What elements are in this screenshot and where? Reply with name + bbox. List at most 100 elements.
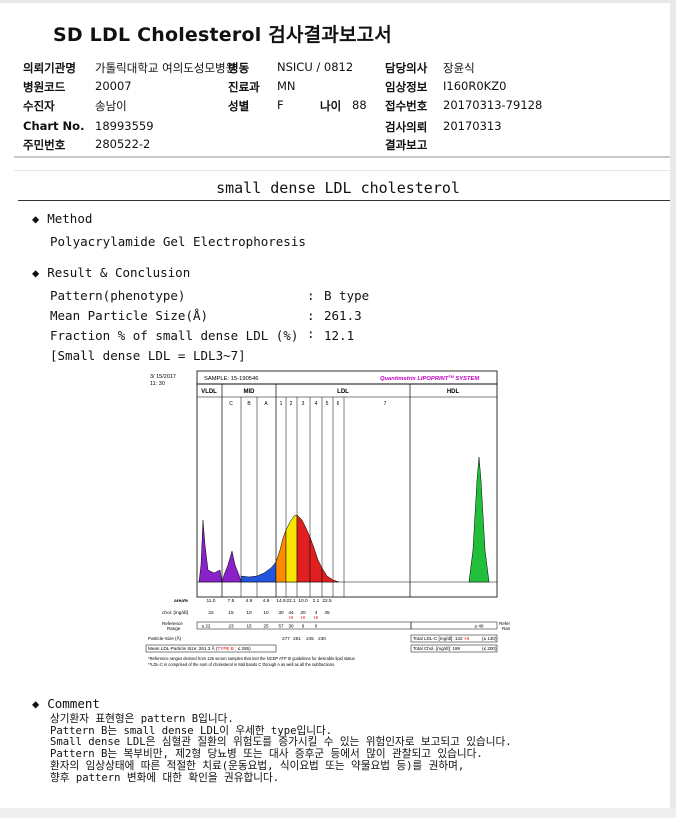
particle-size-value: 230 [318, 636, 326, 641]
particle-size-value: 277 [282, 636, 290, 641]
ward: NSICU / 0812 [277, 60, 354, 74]
request-date: 20170313 [443, 119, 502, 133]
size-label: Mean Particle Size(Å) [50, 308, 209, 323]
size-value: 261.3 [324, 308, 362, 323]
chol-value: 15 [228, 610, 234, 616]
sex-label: 성별 [228, 99, 250, 113]
ldl-band-label: 2 [290, 401, 293, 407]
ward-label: 병동 [228, 61, 250, 75]
ldl-band-label: 5 [326, 401, 329, 407]
mean-size-label: Mean LDL-Particle Size: 261.3 Å ( [148, 645, 218, 651]
patient-name: 송남이 [95, 99, 127, 113]
clinical-info-label: 임상정보 [385, 80, 428, 94]
footnote-1: *Reference ranges derived from 125 serum… [148, 656, 355, 661]
hi-flag: HI [301, 615, 305, 620]
total-ldl-label: Total LDL-C [mg/dl]: 132 [413, 636, 463, 641]
comment-heading: ◆ Comment [32, 696, 100, 711]
lipoprint-chart: 3/ 15/2017 11: 30 SAMPLE: 15-190546 Quan… [144, 370, 520, 672]
section-rule [18, 200, 670, 201]
doctor-label: 담당의사 [385, 61, 428, 75]
chol-value: 10 [263, 610, 269, 616]
reference-value: 15 [246, 624, 252, 629]
mid-band-label: C [229, 401, 233, 407]
department-label: 진료과 [228, 80, 260, 94]
report-date-label: 결과보고 [385, 138, 428, 152]
fraction-value: 12.1 [324, 328, 355, 343]
mean-size-suffix: ; ≤ 265) [234, 646, 251, 651]
band-group-label: MID [244, 389, 256, 395]
chart-sample: SAMPLE: 15-190546 [204, 376, 258, 382]
area-value: 10.0 [298, 598, 308, 604]
ldl-band-label: 4 [315, 401, 318, 407]
footnote-2: **LDL-C is comprised of the sum of chole… [148, 662, 334, 667]
ldl-band-label: 1 [280, 401, 283, 407]
pattern-value: B type [324, 288, 370, 303]
total-chol-ref: (≤ 200) [482, 646, 497, 651]
chol-value: 45 [324, 610, 330, 616]
pattern-label: Pattern(phenotype) [50, 288, 186, 303]
footer-strip [0, 808, 676, 818]
hospital-code: 20007 [95, 79, 132, 93]
id-number: 280522-2 [95, 137, 151, 151]
header-divider [14, 156, 670, 158]
comment-line: 향후 pattern 변화에 대한 확인을 권유합니다. [50, 771, 280, 784]
diamond-bullet-icon: ◆ [32, 266, 40, 280]
reference-value: 25 [263, 624, 269, 629]
total-chol-text: Total Chol. [mg/dl]: 199 [413, 646, 460, 651]
hi-flag: HI [289, 615, 293, 620]
right-scroll-strip [670, 0, 676, 818]
chart-brand-suffix: SYSTEM [454, 376, 480, 382]
area-value: 4.9 [263, 598, 270, 604]
reference-value: ≤ 22 [202, 624, 211, 629]
particle-size-value: 261 [293, 636, 301, 641]
fraction-label: Fraction % of small dense LDL (%) [50, 328, 299, 343]
result-heading-text: Result & Conclusion [47, 265, 191, 280]
band-group-label: HDL [447, 389, 460, 395]
requesting-institution-label: 의뢰기관명 [23, 61, 76, 75]
result-heading: ◆ Result & Conclusion [32, 265, 190, 280]
method-text: Polyacrylamide Gel Electrophoresis [50, 234, 306, 249]
report-title: SD LDL Cholesterol 검사결과보고서 [53, 24, 392, 46]
chart-date: 3/ 15/2017 [150, 374, 176, 380]
hospital-code-label: 병원코드 [23, 80, 66, 94]
chart-number: 18993559 [95, 119, 154, 133]
chol-value: 22 [208, 610, 214, 616]
reception-number: 20170313-79128 [443, 98, 543, 112]
reference-value: 30 [288, 624, 294, 629]
age: 88 [352, 98, 367, 112]
chart-brand-name: Quantimetrix LIPOPRINT [380, 376, 449, 382]
reference-value: 23 [228, 624, 234, 629]
area-row-label: area% [174, 598, 189, 604]
request-date-label: 검사의뢰 [385, 120, 428, 134]
mean-size-text: Mean LDL-Particle Size: 261.3 Å (TYPE B … [148, 645, 251, 651]
chol-row-label: chol. [mg/dl] [162, 610, 188, 616]
clinical-info: I160R0KZ0 [443, 79, 507, 93]
chart-bg [144, 370, 510, 672]
particle-size-label: Particle-Size (Å) [148, 635, 182, 641]
area-value: 11.0 [207, 598, 216, 604]
reference-value: 0 [315, 624, 318, 629]
colon: : [307, 288, 315, 303]
doctor: 장윤식 [443, 61, 475, 75]
area-value: 7.5 [228, 598, 235, 604]
method-heading: ◆ Method [32, 211, 92, 226]
mean-type-label: TYPE B [217, 646, 233, 651]
requesting-institution: 가톨릭대학교 여의도성모병원 [95, 61, 237, 75]
comment-line: 환자의 임상상태에 따른 적절한 치료(운동요법, 식이요법 또는 약물요법 등… [50, 759, 465, 772]
band-group-label: LDL [337, 389, 349, 395]
chart-brand: Quantimetrix LIPOPRINTTM SYSTEM [380, 375, 479, 382]
reference-value: 57 [278, 624, 284, 629]
chart-time: 11: 30 [150, 381, 165, 387]
comment-line: 상기환자 표현형은 pattern B입니다. [50, 713, 234, 725]
area-value: 22.5 [322, 598, 332, 604]
particle-size-value: 245 [306, 636, 314, 641]
area-value: 4.9 [246, 598, 253, 604]
patient-label: 수진자 [23, 99, 55, 113]
department: MN [277, 79, 296, 93]
header-divider-light [14, 170, 670, 171]
colon: : [307, 308, 315, 323]
diamond-bullet-icon: ◆ [32, 697, 40, 711]
colon: : [307, 326, 315, 341]
top-strip [0, 0, 676, 3]
diamond-bullet-icon: ◆ [32, 212, 40, 226]
